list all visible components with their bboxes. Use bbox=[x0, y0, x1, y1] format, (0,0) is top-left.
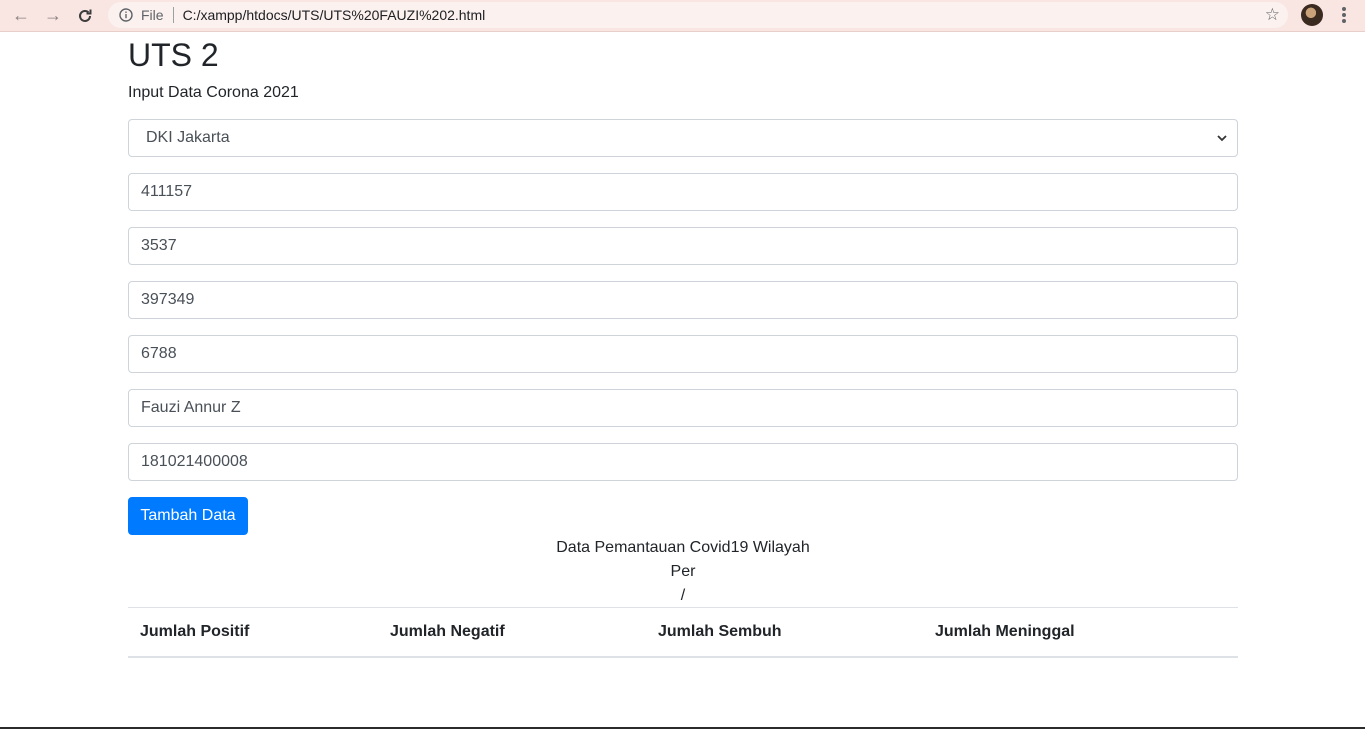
data-table: Jumlah Positif Jumlah Negatif Jumlah Sem… bbox=[128, 607, 1238, 658]
positif-input[interactable] bbox=[128, 173, 1238, 211]
nim-input[interactable] bbox=[128, 443, 1238, 481]
info-icon[interactable] bbox=[119, 8, 133, 22]
region-select-value: DKI Jakarta bbox=[146, 129, 230, 146]
forward-icon[interactable]: → bbox=[42, 5, 64, 27]
bookmark-star-icon[interactable]: ☆ bbox=[1265, 5, 1280, 25]
chevron-down-icon bbox=[1217, 131, 1227, 145]
browser-toolbar: ← → File C:/xampp/htdocs/UTS/UTS%20FAUZI… bbox=[0, 0, 1365, 32]
reload-icon[interactable] bbox=[74, 5, 96, 27]
profile-avatar[interactable] bbox=[1301, 4, 1323, 26]
report-title: Data Pemantauan Covid19 Wilayah bbox=[556, 539, 810, 556]
header-sembuh: Jumlah Sembuh bbox=[646, 607, 923, 658]
tambah-data-button[interactable]: Tambah Data bbox=[128, 497, 248, 535]
sembuh-input[interactable] bbox=[128, 281, 1238, 319]
report-date: / bbox=[680, 587, 686, 604]
table-header-row: Jumlah Positif Jumlah Negatif Jumlah Sem… bbox=[128, 607, 1238, 658]
separator bbox=[172, 7, 174, 23]
region-select[interactable]: DKI Jakarta bbox=[128, 119, 1238, 157]
header-positif: Jumlah Positif bbox=[128, 607, 378, 658]
header-negatif: Jumlah Negatif bbox=[378, 607, 646, 658]
meninggal-input[interactable] bbox=[128, 335, 1238, 373]
negatif-input[interactable] bbox=[128, 227, 1238, 265]
report-per: Per bbox=[670, 563, 696, 580]
page-subtitle: Input Data Corona 2021 bbox=[128, 84, 299, 101]
page-title: UTS 2 bbox=[128, 37, 219, 73]
nama-input[interactable] bbox=[128, 389, 1238, 427]
header-meninggal: Jumlah Meninggal bbox=[923, 607, 1238, 658]
browser-menu-icon[interactable] bbox=[1338, 5, 1350, 25]
address-bar[interactable]: File C:/xampp/htdocs/UTS/UTS%20FAUZI%202… bbox=[108, 2, 1288, 28]
url-text[interactable]: C:/xampp/htdocs/UTS/UTS%20FAUZI%202.html bbox=[183, 7, 486, 23]
back-icon[interactable]: ← bbox=[10, 5, 32, 27]
scheme-label: File bbox=[141, 7, 164, 23]
